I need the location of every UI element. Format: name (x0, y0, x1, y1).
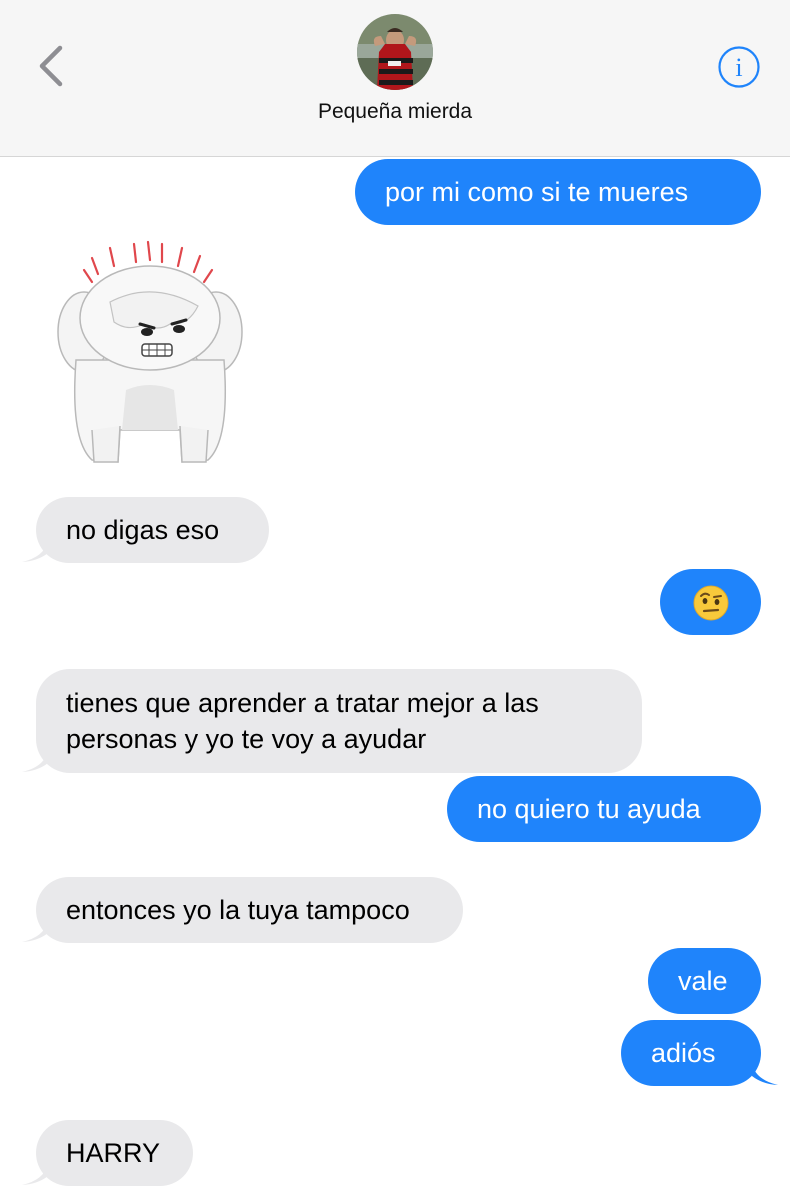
raised-eyebrow-emoji-icon (693, 585, 728, 621)
sent-message-bubble[interactable]: adiós (621, 1020, 761, 1086)
bubble-tail (22, 541, 48, 562)
angry-dog-sticker[interactable] (48, 240, 248, 470)
message-text: HARRY (66, 1138, 161, 1168)
received-message-bubble[interactable]: HARRY (36, 1120, 193, 1186)
bubble-tail (22, 1164, 48, 1185)
svg-text:i: i (735, 53, 742, 82)
conversation-header: Pequeña mierda i (0, 0, 790, 157)
message-text: vale (678, 966, 728, 996)
info-circle-icon[interactable]: i (717, 45, 761, 89)
received-message-bubble[interactable]: no digas eso (36, 497, 269, 563)
sent-message-bubble[interactable]: vale (648, 948, 761, 1014)
message-text-line: tienes que aprender a tratar mejor a las (66, 688, 539, 718)
contact-name[interactable]: Pequeña mierda (0, 100, 790, 124)
message-text: entonces yo la tuya tampoco (66, 895, 410, 925)
message-text: por mi como si te mueres (385, 177, 689, 207)
received-message-bubble[interactable]: entonces yo la tuya tampoco (36, 877, 463, 943)
message-text-line: personas y yo te voy a ayudar (66, 724, 427, 754)
sent-message-bubble[interactable]: no quiero tu ayuda (447, 776, 761, 842)
bubble-tail (22, 751, 48, 772)
sent-message-bubble[interactable]: por mi como si te mueres (355, 159, 761, 225)
bubble-tail (752, 1064, 778, 1085)
sent-message-bubble[interactable] (660, 569, 761, 635)
contact-photo (357, 14, 433, 90)
message-text: no quiero tu ayuda (477, 794, 701, 824)
message-text: adiós (651, 1038, 716, 1068)
received-message-bubble[interactable]: tienes que aprender a tratar mejor a las… (36, 669, 642, 773)
bubble-tail (22, 921, 48, 942)
avatar[interactable] (357, 14, 433, 90)
message-text: no digas eso (66, 515, 220, 545)
chevron-left-icon[interactable] (34, 42, 68, 90)
